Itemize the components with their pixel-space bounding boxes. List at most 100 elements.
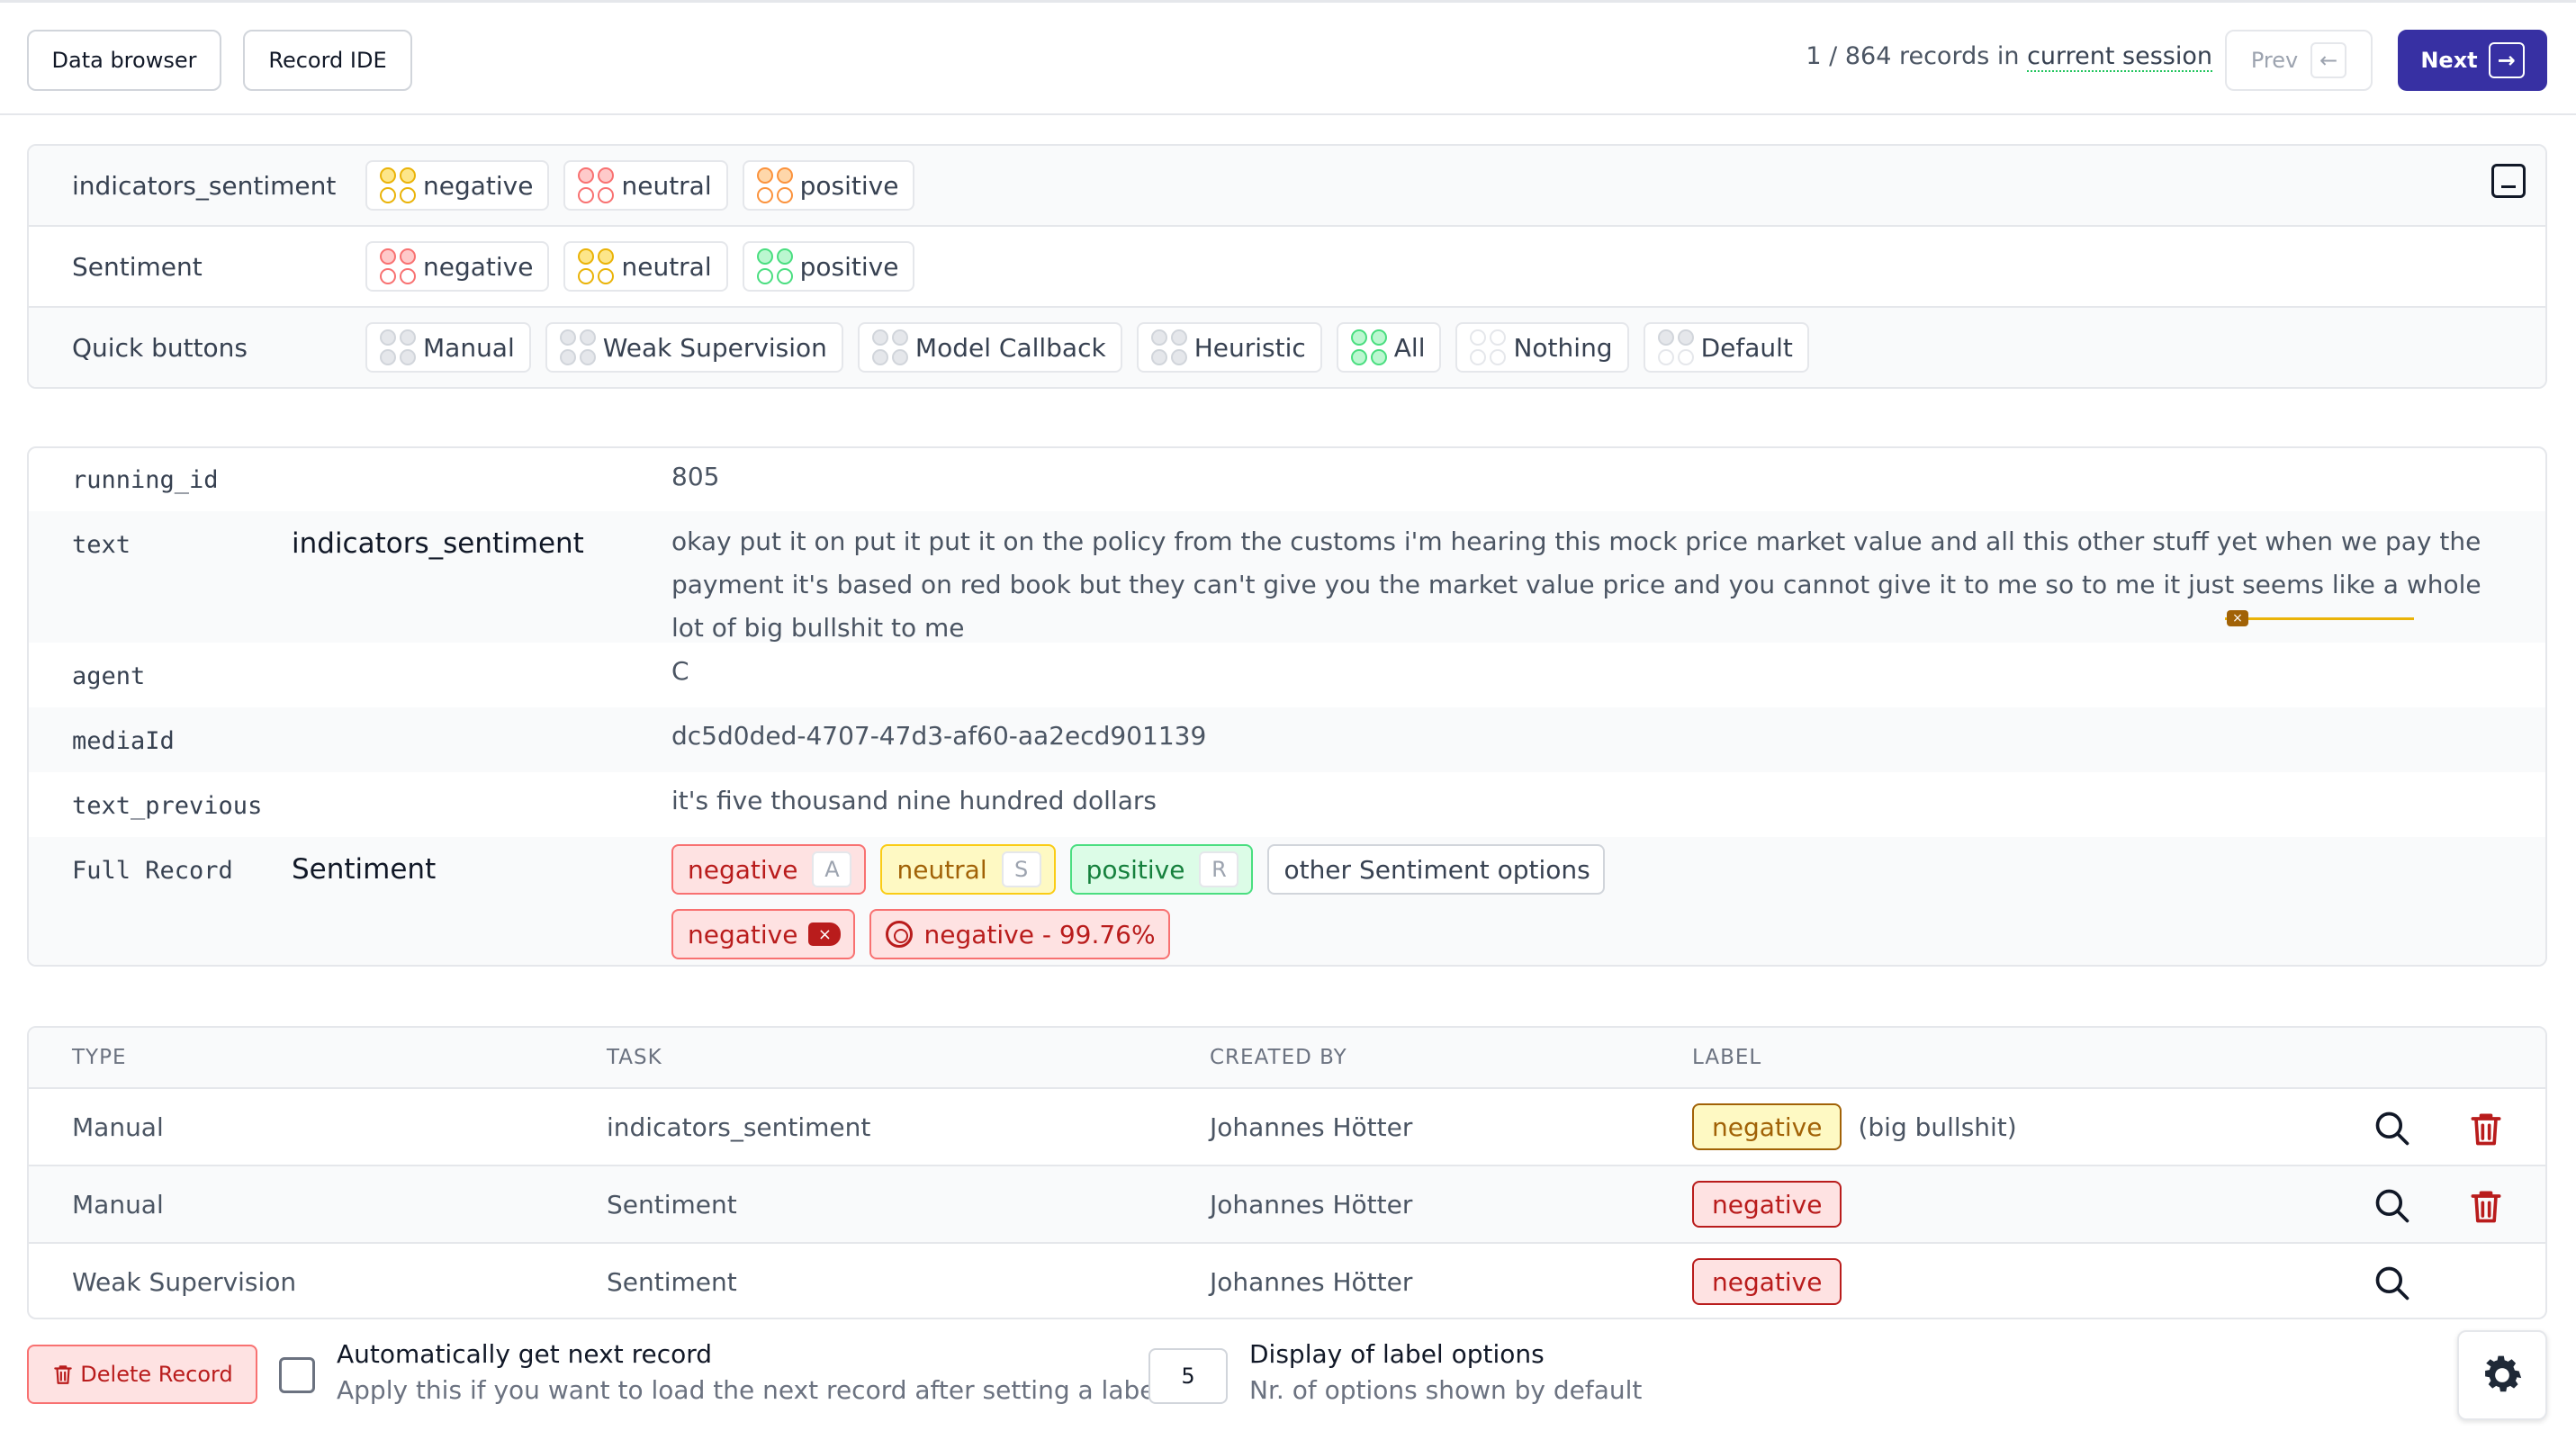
display-options-description: Nr. of options shown by default: [1249, 1375, 1643, 1405]
highlight-marker[interactable]: [2225, 617, 2414, 620]
mixed-dots-icon: [1657, 329, 1694, 365]
trash-icon[interactable]: [2466, 1186, 2506, 1226]
prev-label: Prev: [2250, 48, 2299, 73]
search-icon[interactable]: [2373, 1264, 2412, 1303]
option-label: negative: [688, 854, 798, 885]
label-chip-negative[interactable]: negative: [365, 241, 550, 292]
field-running-id: running_id 805: [29, 448, 2545, 511]
search-icon[interactable]: [2373, 1109, 2412, 1148]
label-row-quick-buttons: Quick buttons Manual Weak Supervision Mo…: [29, 308, 2545, 387]
cell-task: indicators_sentiment: [607, 1112, 871, 1142]
auto-next-title: Automatically get next record: [337, 1339, 713, 1369]
chip-label: Default: [1700, 332, 1793, 363]
chip-label: positive: [799, 170, 899, 201]
label-options-count-input[interactable]: [1148, 1348, 1228, 1404]
label-row-sentiment: Sentiment negative neutral positive: [29, 227, 2545, 308]
chip-label: Manual: [423, 332, 515, 363]
remove-highlight-icon[interactable]: ×: [2227, 610, 2248, 626]
field-text-previous: text_previous it's five thousand nine hu…: [29, 772, 2545, 837]
auto-next-checkbox[interactable]: [279, 1357, 315, 1393]
record-panel: running_id 805 text indicators_sentiment…: [27, 446, 2547, 967]
quick-button-heuristic[interactable]: Heuristic: [1136, 322, 1322, 373]
gear-icon: [2485, 1355, 2522, 1392]
set-label: negative: [688, 919, 798, 950]
field-name: Full Record: [72, 857, 233, 885]
green-dots-icon: [1350, 329, 1387, 365]
field-name: running_id: [72, 466, 219, 494]
field-value: dc5d0ded-4707-47d3-af60-aa2ecd901139: [671, 721, 1207, 751]
next-button[interactable]: Next →: [2398, 30, 2547, 91]
arrow-left-icon: ←: [2310, 42, 2347, 78]
chip-label: Weak Supervision: [602, 332, 827, 363]
cell-type: Manual: [72, 1112, 164, 1142]
label-chip-neutral[interactable]: neutral: [563, 160, 728, 211]
quick-button-weak-supervision[interactable]: Weak Supervision: [545, 322, 843, 373]
option-negative-button[interactable]: negative A: [671, 844, 867, 895]
chip-label: neutral: [621, 251, 712, 282]
cell-label: negative (big bullshit): [1692, 1103, 2017, 1150]
cell-type: Weak Supervision: [72, 1267, 297, 1297]
quick-button-manual[interactable]: Manual: [365, 322, 531, 373]
label-row-title: Quick buttons: [72, 333, 248, 363]
field-media-id: mediaId dc5d0ded-4707-47d3-af60-aa2ecd90…: [29, 707, 2545, 772]
record-ide-button[interactable]: Record IDE: [243, 30, 412, 91]
cell-label: negative: [1692, 1181, 1842, 1228]
cell-task: Sentiment: [607, 1267, 737, 1297]
top-bar: Data browser Record IDE 1 / 864 records …: [0, 0, 2576, 115]
label-chip-positive[interactable]: positive: [742, 241, 915, 292]
table-row: Weak Supervision Sentiment Johannes Hött…: [29, 1244, 2545, 1318]
label-span-text: (big bullshit): [1858, 1112, 2017, 1142]
field-name: text: [72, 531, 131, 559]
cell-type: Manual: [72, 1190, 164, 1220]
data-browser-button[interactable]: Data browser: [27, 30, 221, 91]
quick-button-all[interactable]: All: [1336, 322, 1442, 373]
column-header-type: TYPE: [72, 1046, 127, 1069]
field-value[interactable]: okay put it on put it put it on the poli…: [671, 520, 2500, 650]
trash-icon: [54, 1365, 73, 1384]
gray-dots-icon: [559, 329, 596, 365]
search-icon[interactable]: [2373, 1186, 2412, 1226]
option-neutral-button[interactable]: neutral S: [880, 844, 1056, 895]
chip-label: positive: [799, 251, 899, 282]
label-chip-negative[interactable]: negative: [365, 160, 550, 211]
label-row-title: indicators_sentiment: [72, 171, 337, 201]
field-full-record: Full Record Sentiment negative A neutral S…: [29, 837, 2545, 965]
empty-dots-icon: [1470, 329, 1507, 365]
prev-button[interactable]: Prev ←: [2225, 30, 2373, 91]
option-label: neutral: [896, 854, 987, 885]
delete-label-icon[interactable]: ×: [808, 922, 842, 946]
quick-button-model-callback[interactable]: Model Callback: [857, 322, 1122, 373]
settings-button[interactable]: [2457, 1330, 2547, 1420]
other-options-dropdown[interactable]: other Sentiment options: [1267, 844, 1605, 895]
chip-label: Nothing: [1513, 332, 1613, 363]
quick-button-nothing[interactable]: Nothing: [1455, 322, 1629, 373]
delete-record-button[interactable]: Delete Record: [27, 1345, 257, 1404]
chip-label: negative: [423, 251, 534, 282]
label-chip-positive[interactable]: positive: [742, 160, 915, 211]
next-label: Next: [2420, 48, 2478, 73]
collapse-panel-icon[interactable]: [2491, 164, 2526, 198]
label-badge: negative: [1692, 1258, 1842, 1305]
cell-label: negative: [1692, 1258, 1842, 1305]
current-session-link[interactable]: current session: [2027, 42, 2212, 72]
yellow-dots-icon: [578, 248, 615, 284]
delete-record-label: Delete Record: [80, 1362, 233, 1387]
session-count: 1 / 864 records in: [1806, 42, 2028, 70]
shortcut-key: S: [1001, 851, 1041, 887]
red-dots-icon: [380, 248, 416, 284]
field-name: agent: [72, 662, 146, 690]
field-task-tag: indicators_sentiment: [292, 527, 584, 560]
chip-label: Heuristic: [1193, 332, 1306, 363]
option-label: positive: [1085, 854, 1185, 885]
column-header-label: LABEL: [1692, 1046, 1762, 1069]
option-positive-button[interactable]: positive R: [1069, 844, 1254, 895]
table-row: Manual Sentiment Johannes Hötter negativ…: [29, 1166, 2545, 1244]
trash-icon[interactable]: [2466, 1109, 2506, 1148]
weak-supervision-chip[interactable]: negative - 99.76%: [869, 909, 1170, 959]
session-info: 1 / 864 records in current session: [1806, 42, 2212, 72]
field-name: mediaId: [72, 727, 175, 755]
label-chip-neutral[interactable]: neutral: [563, 241, 728, 292]
column-header-task: TASK: [607, 1046, 662, 1069]
cell-created-by: Johannes Hötter: [1210, 1112, 1413, 1142]
quick-button-default[interactable]: Default: [1643, 322, 1809, 373]
